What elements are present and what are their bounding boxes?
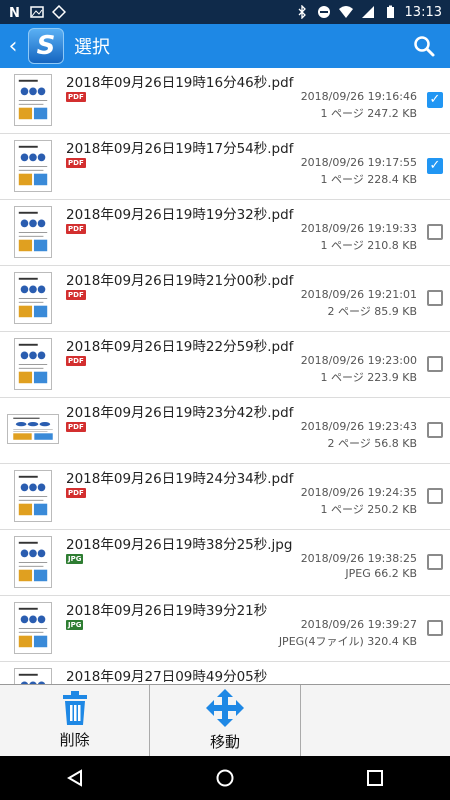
file-date: 2018/09/26 19:17:55 [300,156,417,169]
file-thumbnail [14,140,52,192]
file-row[interactable]: 2018年09月26日19時39分21秒 JPG 2018/09/26 19:39:… [0,596,450,662]
battery-icon [386,5,394,18]
file-meta: 2 ページ 56.8 KB [327,437,417,450]
delete-label: 削除 [59,731,90,749]
file-type-badge: PDF [66,290,86,300]
file-thumbnail [14,470,52,522]
app-logo: S [28,28,64,64]
select-checkbox[interactable] [427,422,443,438]
signal-icon [361,6,374,18]
select-checkbox[interactable]: ✓ [427,92,443,108]
file-type-badge: JPG [66,554,84,564]
file-meta: JPEG 66.2 KB [345,567,417,580]
file-thumbnail [7,414,59,444]
select-checkbox[interactable] [427,356,443,372]
move-label: 移動 [209,733,240,751]
file-row[interactable]: 2018年09月26日19時22分59秒.pdf PDF 2018/09/26 19… [0,332,450,398]
file-name: 2018年09月26日19時22分59秒.pdf [66,339,294,355]
select-checkbox[interactable] [427,554,443,570]
move-arrows-icon [205,689,244,727]
file-date: 2018/09/26 19:23:00 [300,354,417,367]
wifi-icon [338,6,353,18]
file-date: 2018/09/26 19:24:35 [300,486,417,499]
system-nav-bar [0,756,450,800]
file-thumbnail [14,206,52,258]
nav-home-icon [216,769,234,787]
select-checkbox[interactable] [427,620,443,636]
file-list: 2018年09月26日19時16分46秒.pdf PDF 2018/09/26 19… [0,68,450,684]
image-notification-icon [30,6,44,18]
file-thumbnail [14,74,52,126]
move-button[interactable]: 移動 [150,685,301,756]
file-date: 2018/09/26 19:23:43 [300,420,417,433]
svg-text:N: N [9,6,20,19]
file-date: 2018/09/26 19:38:25 [300,552,417,565]
nav-recents-button[interactable] [350,758,400,798]
nav-back-icon [67,769,82,787]
file-date: 2018/09/26 19:39:27 [300,618,417,631]
file-name: 2018年09月26日19時19分32秒.pdf [66,207,294,223]
file-row[interactable]: 2018年09月26日19時38分25秒.jpg JPG 2018/09/26 19… [0,530,450,596]
file-type-badge: PDF [66,224,86,234]
file-type-badge: PDF [66,422,86,432]
do-not-disturb-icon [317,6,330,18]
file-meta: 1 ページ 228.4 KB [320,173,417,186]
trash-icon [62,691,87,725]
search-icon[interactable] [412,34,436,58]
file-row[interactable]: 2018年09月26日19時19分32秒.pdf PDF 2018/09/26 19… [0,200,450,266]
file-row[interactable]: 2018年09月26日19時21分00秒.pdf PDF 2018/09/26 19… [0,266,450,332]
file-type-badge: PDF [66,488,86,498]
select-checkbox[interactable]: ✓ [427,158,443,174]
file-name: 2018年09月27日09時49分05秒 [66,669,268,684]
file-meta: 1 ページ 210.8 KB [320,239,417,252]
file-date: 2018/09/26 19:16:46 [300,90,417,103]
delete-button[interactable]: 削除 [0,685,151,756]
file-thumbnail [14,272,52,324]
status-time: 13:13 [404,4,442,20]
file-row[interactable]: 2018年09月26日19時23分42秒.pdf PDF 2018/09/26 19… [0,398,450,464]
file-meta: 2 ページ 85.9 KB [327,305,417,318]
select-checkbox[interactable] [427,224,443,240]
action-bar: 削除 移動 [0,684,450,756]
file-name: 2018年09月26日19時24分34秒.pdf [66,471,294,487]
status-bar: N 13:13 [0,0,450,24]
file-type-badge: JPG [66,620,84,630]
file-meta: JPEG(4ファイル) 320.4 KB [278,635,417,648]
back-icon[interactable]: ‹ [2,34,24,59]
file-row[interactable]: 2018年09月26日19時24分34秒.pdf PDF 2018/09/26 19… [0,464,450,530]
select-checkbox[interactable] [427,290,443,306]
bluetooth-icon [298,5,306,19]
file-type-badge: PDF [66,158,86,168]
file-date: 2018/09/26 19:19:33 [300,222,417,235]
file-thumbnail [14,668,52,684]
file-meta: 1 ページ 223.9 KB [320,371,417,384]
page-title: 選択 [74,37,110,58]
file-type-badge: PDF [66,356,86,366]
file-thumbnail [14,338,52,390]
file-name: 2018年09月26日19時17分54秒.pdf [66,141,294,157]
sync-notification-icon [52,5,66,19]
file-thumbnail [14,536,52,588]
nav-home-button[interactable] [200,758,250,798]
empty-action-slot [301,685,450,756]
file-name: 2018年09月26日19時16分46秒.pdf [66,75,294,91]
file-meta: 1 ページ 250.2 KB [320,503,417,516]
file-row[interactable]: 2018年09月26日19時17分54秒.pdf PDF 2018/09/26 19… [0,134,450,200]
nav-recents-icon [367,770,383,786]
file-meta: 1 ページ 247.2 KB [320,107,417,120]
file-date: 2018/09/26 19:21:01 [300,288,417,301]
app-bar: ‹ S 選択 [0,24,450,68]
file-row[interactable]: 2018年09月27日09時49分05秒 [0,662,450,684]
file-name: 2018年09月26日19時39分21秒 [66,603,268,619]
file-name: 2018年09月26日19時21分00秒.pdf [66,273,294,289]
notification-n-icon: N [9,6,20,19]
file-name: 2018年09月26日19時38分25秒.jpg [66,537,293,553]
file-thumbnail [14,602,52,654]
nav-back-button[interactable] [50,758,100,798]
file-row[interactable]: 2018年09月26日19時16分46秒.pdf PDF 2018/09/26 19… [0,68,450,134]
file-name: 2018年09月26日19時23分42秒.pdf [66,405,294,421]
select-checkbox[interactable] [427,488,443,504]
file-type-badge: PDF [66,92,86,102]
